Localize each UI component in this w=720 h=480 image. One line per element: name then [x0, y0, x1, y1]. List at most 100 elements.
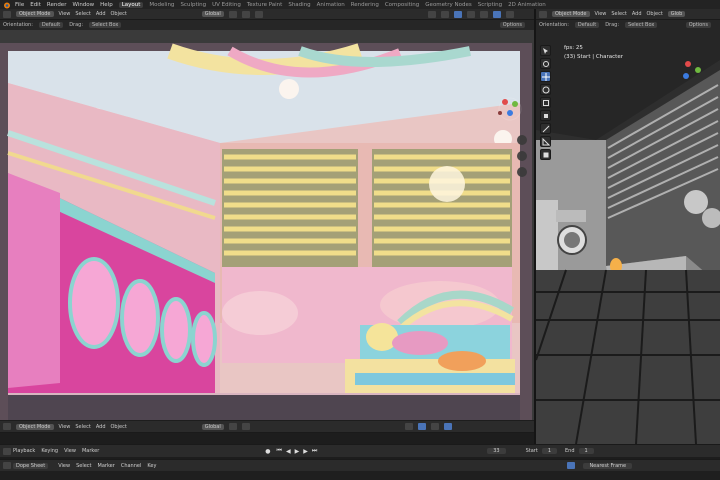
move-tool[interactable] — [540, 71, 551, 82]
shading-solid-icon[interactable] — [479, 10, 488, 18]
shading-rendered-icon[interactable] — [505, 10, 514, 18]
xray-icon[interactable] — [430, 423, 439, 430]
overlay-icon[interactable] — [417, 423, 426, 430]
snap-icon[interactable] — [241, 423, 250, 430]
menu-view[interactable]: View — [59, 11, 71, 17]
tab-compositing[interactable]: Compositing — [385, 2, 419, 8]
annotate-tool[interactable] — [540, 123, 551, 134]
camera-icon[interactable] — [517, 167, 527, 177]
tab-uv-editing[interactable]: UV Editing — [212, 2, 241, 8]
editor-type-icon[interactable] — [539, 10, 547, 18]
marker-menu[interactable]: Marker — [82, 448, 99, 454]
overlay-icon[interactable] — [453, 10, 462, 18]
menu-select[interactable]: Select — [611, 11, 626, 17]
orientation-label: Orientation: — [539, 22, 569, 28]
start-frame-field[interactable]: 1 — [541, 448, 557, 454]
mode-select[interactable]: Object Mode — [16, 11, 54, 17]
cursor-tool[interactable] — [540, 58, 551, 69]
tab-texture-paint[interactable]: Texture Paint — [247, 2, 283, 8]
current-frame-field[interactable]: 33 — [487, 448, 506, 454]
record-icon[interactable]: ● — [265, 448, 270, 455]
jump-end-icon[interactable]: ⏭ — [312, 447, 317, 455]
next-key-icon[interactable]: ▶ — [303, 448, 308, 455]
visibility-icon[interactable] — [427, 10, 436, 18]
editor-type-icon[interactable] — [3, 10, 11, 18]
pivot-icon[interactable] — [228, 423, 237, 430]
tab-shading[interactable]: Shading — [288, 2, 310, 8]
drag-select[interactable]: Select Box — [625, 22, 658, 28]
orientation-label: Orientation: — [3, 22, 33, 28]
tab-rendering[interactable]: Rendering — [351, 2, 379, 8]
menu-object[interactable]: Object — [111, 11, 127, 17]
mode-select[interactable]: Object Mode — [552, 11, 590, 17]
play-icon[interactable]: ▶ — [295, 448, 300, 455]
menu-edit[interactable]: Edit — [30, 2, 41, 8]
menu-render[interactable]: Render — [47, 2, 67, 8]
tab-2d-animation[interactable]: 2D Animation — [508, 2, 546, 8]
hand-icon[interactable] — [517, 151, 527, 161]
menu-view[interactable]: View — [59, 424, 71, 430]
measure-tool[interactable] — [540, 136, 551, 147]
jump-start-icon[interactable]: ⏮ — [277, 447, 282, 455]
editor-type-icon[interactable] — [3, 447, 11, 455]
add-cube-tool[interactable] — [540, 149, 551, 160]
end-frame-field[interactable]: 1 — [578, 448, 594, 454]
scale-tool[interactable] — [540, 97, 551, 108]
xray-icon[interactable] — [466, 10, 475, 18]
mode-select[interactable]: Object Mode — [16, 423, 54, 430]
keying-menu[interactable]: Keying — [41, 448, 58, 454]
menu-channel[interactable]: Channel — [121, 463, 142, 469]
drag-select[interactable]: Select Box — [89, 22, 122, 28]
menu-window[interactable]: Window — [72, 2, 94, 8]
menu-select[interactable]: Select — [75, 11, 90, 17]
menu-add[interactable]: Add — [632, 11, 642, 17]
transform-orientation[interactable]: Global — [201, 423, 224, 430]
pivot-icon[interactable] — [228, 10, 237, 18]
tab-sculpting[interactable]: Sculpting — [180, 2, 206, 8]
orientation-select[interactable]: Default — [38, 22, 64, 28]
menu-select[interactable]: Select — [76, 463, 91, 469]
options-dropdown[interactable]: Options — [685, 22, 711, 28]
snap-icon[interactable] — [567, 462, 576, 469]
menu-help[interactable]: Help — [100, 2, 113, 8]
dopesheet-mode-select[interactable]: Dope Sheet — [13, 462, 49, 469]
right-3d-viewport[interactable]: Object Mode View Select Add Object Glob … — [536, 9, 720, 444]
menu-add[interactable]: Add — [96, 11, 106, 17]
menu-select[interactable]: Select — [75, 424, 90, 430]
snap-mode-select[interactable]: Nearest Frame — [583, 462, 633, 469]
menu-add[interactable]: Add — [96, 424, 106, 430]
shading-material-icon[interactable] — [443, 423, 452, 430]
visibility-icon[interactable] — [404, 423, 413, 430]
transform-orientation[interactable]: Glob — [667, 11, 686, 17]
transform-tool[interactable] — [540, 110, 551, 121]
zoom-icon[interactable] — [517, 135, 527, 145]
prev-key-icon[interactable]: ◀ — [286, 448, 291, 455]
tab-layout[interactable]: Layout — [118, 1, 144, 8]
gizmo-icon[interactable] — [440, 10, 449, 18]
tab-modeling[interactable]: Modeling — [149, 2, 174, 8]
shading-material-icon[interactable] — [492, 10, 501, 18]
proportional-icon[interactable] — [254, 10, 263, 18]
editor-type-icon[interactable] — [3, 462, 11, 469]
select-tool[interactable] — [540, 45, 551, 56]
transform-orientation[interactable]: Global — [201, 11, 224, 17]
rotate-tool[interactable] — [540, 84, 551, 95]
menu-marker[interactable]: Marker — [98, 463, 115, 469]
tab-animation[interactable]: Animation — [317, 2, 345, 8]
menu-view[interactable]: View — [595, 11, 607, 17]
camera-view-render[interactable] — [0, 43, 532, 420]
blender-logo-icon[interactable] — [2, 1, 11, 9]
editor-type-icon[interactable] — [3, 423, 11, 430]
menu-object[interactable]: Object — [647, 11, 663, 17]
menu-file[interactable]: File — [15, 2, 24, 8]
snap-icon[interactable] — [241, 10, 250, 18]
tab-geometry-nodes[interactable]: Geometry Nodes — [425, 2, 471, 8]
view-menu[interactable]: View — [64, 448, 76, 454]
menu-key[interactable]: Key — [147, 463, 156, 469]
menu-object[interactable]: Object — [111, 424, 127, 430]
tab-scripting[interactable]: Scripting — [478, 2, 502, 8]
orientation-select[interactable]: Default — [574, 22, 600, 28]
options-dropdown[interactable]: Options — [499, 22, 525, 28]
playback-menu[interactable]: Playback — [13, 448, 35, 454]
menu-view[interactable]: View — [58, 463, 70, 469]
